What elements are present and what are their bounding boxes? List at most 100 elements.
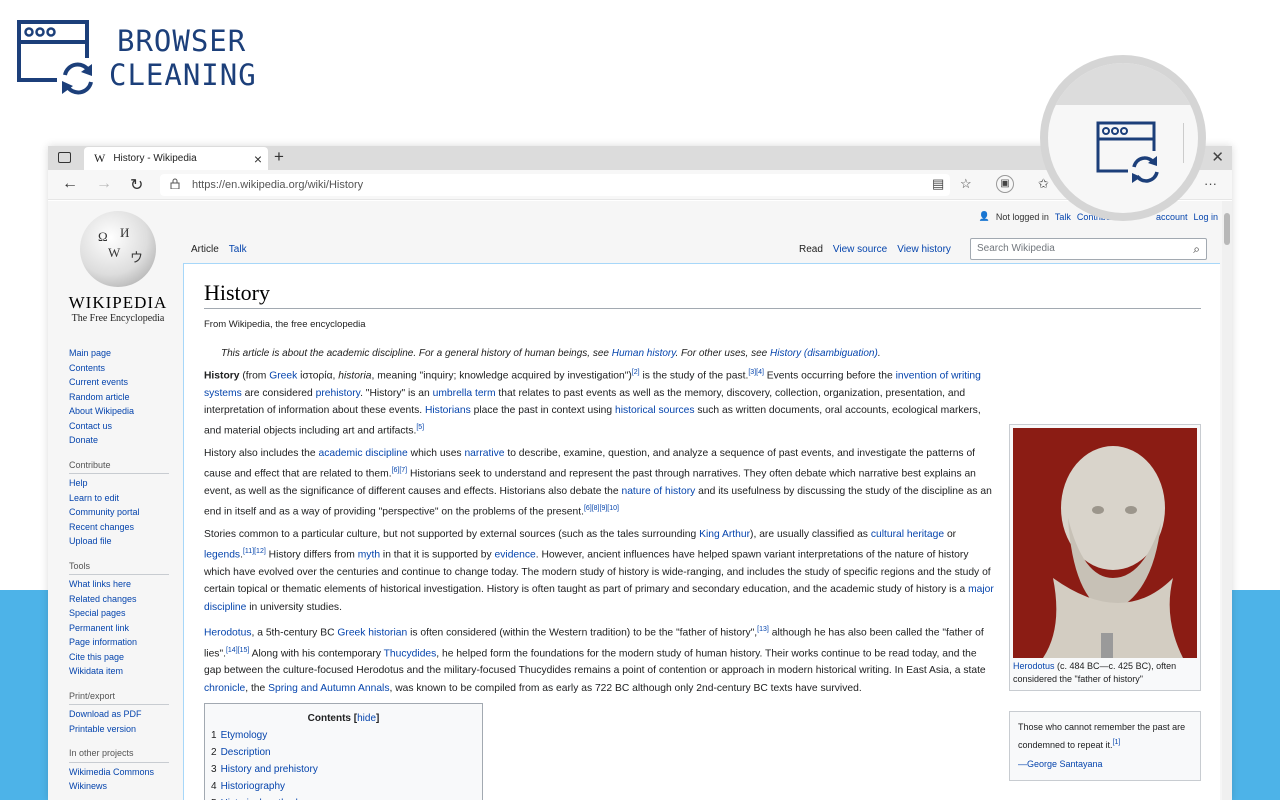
sidebar-item-0[interactable]: Main page	[69, 346, 169, 361]
sidebar-heading-tools: Tools	[69, 559, 169, 575]
sidebar-item-4[interactable]: About Wikipedia	[69, 404, 169, 419]
toc-hide-link[interactable]: hide	[357, 713, 376, 724]
table-of-contents: Contents [hide] 1 Etymology 2 Description 3 H…	[204, 703, 483, 800]
sidebar: Main page Contents Current events Random ar…	[69, 346, 169, 794]
sidebar-contribute-item-2[interactable]: Community portal	[69, 505, 169, 520]
window-close-icon[interactable]: ✕	[1211, 148, 1224, 166]
sidebar-contribute-item-0[interactable]: Help	[69, 476, 169, 491]
article-body: History (from Greek ἱστορία, historia, m…	[204, 364, 994, 697]
infobox-image: Herodotus (c. 484 BC—c. 425 BC), often c…	[1009, 424, 1201, 691]
brand-line-2: CLEANING	[109, 58, 257, 92]
sidebar-contribute-item-1[interactable]: Learn to edit	[69, 491, 169, 506]
hatnote-link-human-history[interactable]: Human history	[612, 348, 676, 359]
sidebar-item-3[interactable]: Random article	[69, 390, 169, 405]
sidebar-tools-item-1[interactable]: Related changes	[69, 592, 169, 607]
tab-view-history[interactable]: View history	[894, 239, 954, 261]
sidebar-heading-print: Print/export	[69, 689, 169, 705]
toc-item[interactable]: 4 Historiography	[211, 778, 476, 795]
toc-item[interactable]: 2 Description	[211, 744, 476, 761]
page-scrollbar[interactable]	[1222, 201, 1232, 800]
toc-item[interactable]: 3 History and prehistory	[211, 761, 476, 778]
quote-text: Those who cannot remember the past are c…	[1018, 722, 1186, 750]
magnifier-callout	[1040, 55, 1206, 221]
sidebar-tools-item-3[interactable]: Permanent link	[69, 621, 169, 636]
nav-other: Wikimedia Commons Wikinews	[69, 765, 169, 794]
nav-tools: What links here Related changes Special pa…	[69, 577, 169, 679]
paragraph-3: Stories common to a particular culture, …	[204, 529, 994, 613]
nav-print: Download as PDF Printable version	[69, 707, 169, 736]
paragraph-2: History also includes the academic disci…	[204, 448, 992, 518]
sidebar-tools-item-4[interactable]: Page information	[69, 635, 169, 650]
tab-read[interactable]: Read	[796, 239, 826, 261]
toc-title: Contents	[307, 713, 351, 724]
not-logged-text: Not logged in	[995, 211, 1049, 222]
search-icon[interactable]: ⌕	[1193, 242, 1200, 257]
favorite-star-icon[interactable]: ☆	[960, 176, 972, 192]
sidebar-item-5[interactable]: Contact us	[69, 419, 169, 434]
sidebar-print-item-0[interactable]: Download as PDF	[69, 707, 169, 722]
wikipedia-favicon-icon: W	[94, 151, 106, 165]
sidebar-contribute-item-3[interactable]: Recent changes	[69, 520, 169, 535]
brand-line-1: BROWSER	[117, 24, 247, 58]
lock-icon	[170, 178, 180, 189]
from-line: From Wikipedia, the free encyclopedia	[204, 319, 366, 330]
toc-item[interactable]: 1 Etymology	[211, 727, 476, 744]
sidebar-contribute-item-4[interactable]: Upload file	[69, 534, 169, 549]
forward-icon[interactable]: →	[96, 175, 112, 193]
sidebar-tools-item-6[interactable]: Wikidata item	[69, 664, 169, 679]
browser-window: W History - Wikipedia × + ✕ ← → ↻ https:…	[48, 146, 1232, 800]
sidebar-other-item-1[interactable]: Wikinews	[69, 779, 169, 794]
more-menu-icon[interactable]: ···	[1204, 176, 1217, 191]
user-link-login[interactable]: Log in	[1193, 212, 1218, 222]
view-tabs: Read View source View history	[796, 239, 958, 261]
search-placeholder: Search Wikipedia	[977, 243, 1055, 254]
extension-zoom-icon	[1096, 121, 1162, 187]
user-link-account[interactable]: account	[1156, 212, 1188, 222]
quote-box: Those who cannot remember the past are c…	[1009, 711, 1201, 781]
quote-ref[interactable]: [1]	[1113, 739, 1121, 746]
sidebar-item-1[interactable]: Contents	[69, 361, 169, 376]
scrollbar-thumb[interactable]	[1224, 213, 1230, 245]
close-tab-icon[interactable]: ×	[254, 151, 262, 167]
page-title: History	[204, 280, 1201, 309]
wikipedia-logo[interactable]: ΩИWウ WIKIPEDIA The Free Encyclopedia	[58, 211, 178, 324]
hatnote: This article is about the academic disci…	[221, 348, 881, 359]
sidebar-print-item-1[interactable]: Printable version	[69, 722, 169, 737]
tab-article[interactable]: Article	[188, 239, 222, 261]
new-tab-icon[interactable]: +	[274, 147, 284, 167]
wikipedia-page: ΩИWウ WIKIPEDIA The Free Encyclopedia Mai…	[48, 201, 1232, 800]
url-text: https://en.wikipedia.org/wiki/History	[192, 179, 364, 191]
url-field[interactable]: https://en.wikipedia.org/wiki/History	[160, 174, 950, 196]
user-link-talk[interactable]: Talk	[1055, 212, 1071, 222]
search-input[interactable]: Search Wikipedia ⌕	[970, 238, 1207, 260]
back-icon[interactable]: ←	[62, 175, 78, 193]
sidebar-item-2[interactable]: Current events	[69, 375, 169, 390]
sidebar-tools-item-5[interactable]: Cite this page	[69, 650, 169, 665]
browser-cleaning-icon	[17, 20, 97, 98]
extension-icon[interactable]: ▣	[996, 175, 1014, 193]
hatnote-link-disambig[interactable]: History (disambiguation)	[770, 348, 878, 359]
paragraph-4: Herodotus, a 5th-century BC Greek histor…	[204, 625, 986, 694]
sidebar-other-item-0[interactable]: Wikimedia Commons	[69, 765, 169, 780]
tab-title: History - Wikipedia	[113, 153, 197, 164]
read-aloud-icon[interactable]: ▤	[932, 176, 944, 192]
favorites-icon[interactable]: ✩	[1038, 176, 1049, 192]
wiki-tagline: The Free Encyclopedia	[71, 313, 165, 324]
sidebar-tools-item-2[interactable]: Special pages	[69, 606, 169, 621]
quote-author[interactable]: —George Santayana	[1018, 759, 1103, 769]
sidebar-tools-item-0[interactable]: What links here	[69, 577, 169, 592]
tab-history[interactable]: W History - Wikipedia ×	[84, 147, 268, 170]
herodotus-bust-image[interactable]	[1013, 428, 1197, 658]
namespace-tabs: Article Talk	[188, 239, 254, 261]
sidebar-item-6[interactable]: Donate	[69, 433, 169, 448]
tab-actions-icon[interactable]	[58, 152, 71, 163]
caption-link[interactable]: Herodotus	[1013, 661, 1055, 671]
tab-talk[interactable]: Talk	[226, 239, 250, 261]
toc-item[interactable]: 5Historical methods	[211, 795, 476, 800]
tab-view-source[interactable]: View source	[830, 239, 890, 261]
puzzle-globe-icon: ΩИWウ	[80, 211, 156, 287]
nav-main: Main page Contents Current events Random ar…	[69, 346, 169, 448]
sidebar-heading-contribute: Contribute	[69, 458, 169, 474]
wiki-wordmark: WIKIPEDIA	[68, 293, 168, 312]
refresh-icon[interactable]: ↻	[130, 175, 143, 195]
